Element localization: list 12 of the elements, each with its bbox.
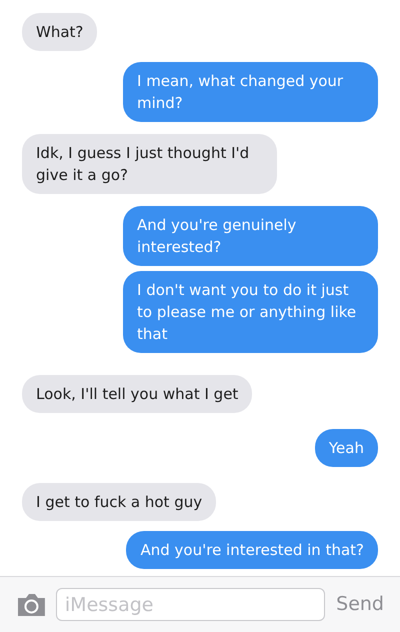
received-message-bubble: What?	[22, 13, 98, 51]
send-button[interactable]: Send	[336, 590, 384, 619]
sent-message-bubble: I mean, what changed your mind?	[123, 62, 378, 122]
sent-message-bubble: Yeah	[314, 429, 378, 467]
received-message-bubble: Look, I'll tell you what I get	[22, 375, 252, 413]
sent-message-bubble: And you're genuinely interested?	[123, 206, 378, 266]
received-message-bubble: I get to fuck a hot guy	[22, 483, 216, 521]
sent-message-bubble: I don't want you to do it just to please me or anything like that	[123, 271, 378, 353]
camera-icon[interactable]	[16, 592, 47, 616]
message-input-field[interactable]: iMessage	[56, 588, 326, 621]
sent-message-bubble: And you're interested in that?	[126, 531, 378, 569]
received-message-bubble: Idk, I guess I just thought I'd give it a go?	[22, 134, 277, 194]
